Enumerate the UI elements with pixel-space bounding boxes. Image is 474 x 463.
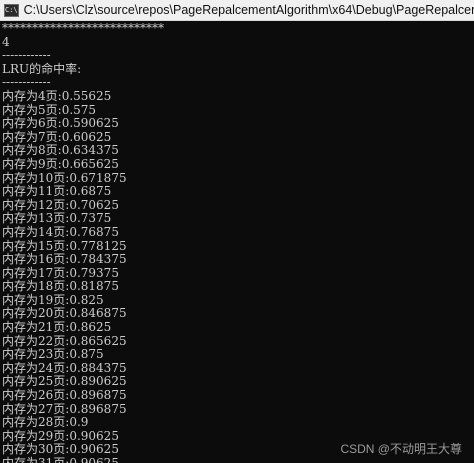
result-value: 0.590625 — [61, 116, 119, 131]
dash-separator-top: ------------ — [2, 48, 51, 63]
result-value: 0.7375 — [69, 211, 112, 226]
result-label: 内存为27页: — [2, 401, 70, 416]
result-label: 内存为17页: — [2, 265, 70, 280]
result-line: 内存为27页: 0.896875 — [2, 401, 474, 417]
result-line: 内存为28页: 0.9 — [2, 416, 474, 430]
result-label: 内存为4页: — [2, 88, 62, 103]
result-line: 内存为13页: 0.7375 — [2, 212, 474, 226]
result-value: 0.778125 — [69, 238, 127, 253]
result-label: 内存为31页: — [2, 456, 70, 463]
result-value: 0.8625 — [69, 320, 112, 335]
result-label: 内存为29页: — [2, 428, 70, 443]
result-line: 内存为31页: 0.90625 — [2, 456, 474, 463]
console-output[interactable]: *************************** 4 ----------… — [2, 21, 474, 463]
result-value: 0.634375 — [61, 143, 119, 158]
result-line: 内存为9页: 0.665625 — [2, 156, 474, 172]
result-value: 0.90625 — [69, 456, 119, 463]
result-label: 内存为16页: — [2, 252, 70, 267]
result-value: 0.884375 — [69, 360, 127, 375]
result-label: 内存为23页: — [2, 347, 70, 362]
result-value: 0.890625 — [69, 374, 127, 389]
result-value: 0.6875 — [69, 184, 112, 199]
result-value: 0.70625 — [69, 197, 119, 212]
result-label: 内存为26页: — [2, 388, 70, 403]
result-label: 内存为30页: — [2, 442, 70, 457]
csdn-watermark: CSDN @不动明王大尊 — [340, 442, 462, 456]
result-line: 内存为11页: 0.6875 — [2, 185, 474, 199]
window-title: C:\Users\Clz\source\repos\PageRepalcemen… — [23, 3, 474, 17]
result-label: 内存为13页: — [2, 211, 70, 226]
result-label: 内存为10页: — [2, 170, 70, 185]
result-label: 内存为12页: — [2, 197, 70, 212]
result-line: 内存为24页: 0.884375 — [2, 360, 474, 376]
stars-separator: *************************** — [2, 21, 164, 35]
result-line: 内存为17页: 0.79375 — [2, 265, 474, 281]
result-value: 0.846875 — [69, 306, 127, 321]
result-label: 内存为19页: — [2, 292, 70, 307]
result-line: 内存为5页: 0.575 — [2, 102, 474, 118]
title-bar[interactable]: C:\ C:\Users\Clz\source\repos\PageRepalc… — [0, 0, 474, 21]
result-value: 0.76875 — [69, 224, 119, 239]
result-value: 0.60625 — [61, 129, 112, 144]
result-value: 0.79375 — [69, 265, 119, 280]
console-app-icon: C:\ — [4, 3, 19, 17]
result-label: 内存为20页: — [2, 306, 70, 321]
dash-separator-bottom: ------------ — [2, 75, 51, 90]
result-label: 内存为18页: — [2, 279, 70, 294]
result-value: 0.9 — [69, 415, 89, 430]
result-line: 内存为16页: 0.784375 — [2, 252, 474, 267]
result-value: 0.575 — [61, 102, 97, 117]
result-label: 内存为25页: — [2, 374, 70, 389]
result-value: 0.896875 — [69, 388, 127, 403]
result-value: 0.665625 — [61, 156, 119, 171]
result-line: 内存为4页: 0.55625 — [2, 88, 474, 104]
result-line: 内存为8页: 0.634375 — [2, 144, 474, 158]
result-label: 内存为9页: — [2, 156, 62, 171]
result-line: 内存为26页: 0.896875 — [2, 388, 474, 403]
result-label: 内存为11页: — [2, 184, 70, 199]
result-value: 0.81875 — [69, 279, 119, 294]
result-line: 内存为25页: 0.890625 — [2, 375, 474, 389]
results-list: 内存为4页: 0.55625 内存为5页: 0.575 内存为6页: 0.59062… — [2, 88, 474, 463]
result-value: 0.865625 — [69, 333, 127, 348]
result-label: 内存为21页: — [2, 320, 70, 335]
result-value: 0.825 — [69, 292, 104, 307]
result-label: 内存为15页: — [2, 238, 70, 253]
result-value: 0.875 — [69, 347, 104, 362]
result-line: 内存为10页: 0.671875 — [2, 170, 474, 186]
result-value: 0.90625 — [69, 428, 119, 443]
result-line: 内存为14页: 0.76875 — [2, 224, 474, 240]
result-line: 内存为21页: 0.8625 — [2, 320, 474, 335]
result-value: 0.784375 — [69, 252, 127, 267]
lru-heading: LRU的命中率: — [2, 61, 82, 76]
result-line: 内存为22页: 0.865625 — [2, 333, 474, 349]
result-line: 内存为23页: 0.875 — [2, 348, 474, 362]
result-label: 内存为7页: — [2, 129, 62, 144]
result-line: 内存为12页: 0.70625 — [2, 197, 474, 213]
result-line: 内存为7页: 0.60625 — [2, 129, 474, 145]
result-line: 内存为20页: 0.846875 — [2, 307, 474, 321]
result-label: 内存为22页: — [2, 333, 70, 348]
result-value: 0.55625 — [61, 88, 112, 103]
result-line: 内存为18页: 0.81875 — [2, 280, 474, 294]
result-value: 0.671875 — [69, 170, 127, 185]
result-value: 0.896875 — [69, 401, 127, 416]
result-label: 内存为28页: — [2, 415, 70, 430]
user-input-value: 4 — [2, 34, 10, 49]
result-label: 内存为6页: — [2, 116, 62, 131]
result-label: 内存为24页: — [2, 360, 70, 375]
result-line: 内存为19页: 0.825 — [2, 292, 474, 308]
result-line: 内存为6页: 0.590625 — [2, 117, 474, 131]
result-label: 内存为8页: — [2, 143, 62, 158]
result-label: 内存为5页: — [2, 102, 62, 117]
result-line: 内存为15页: 0.778125 — [2, 238, 474, 254]
result-label: 内存为14页: — [2, 224, 70, 239]
console-window: C:\ C:\Users\Clz\source\repos\PageRepalc… — [0, 0, 474, 463]
result-value: 0.90625 — [69, 442, 119, 457]
